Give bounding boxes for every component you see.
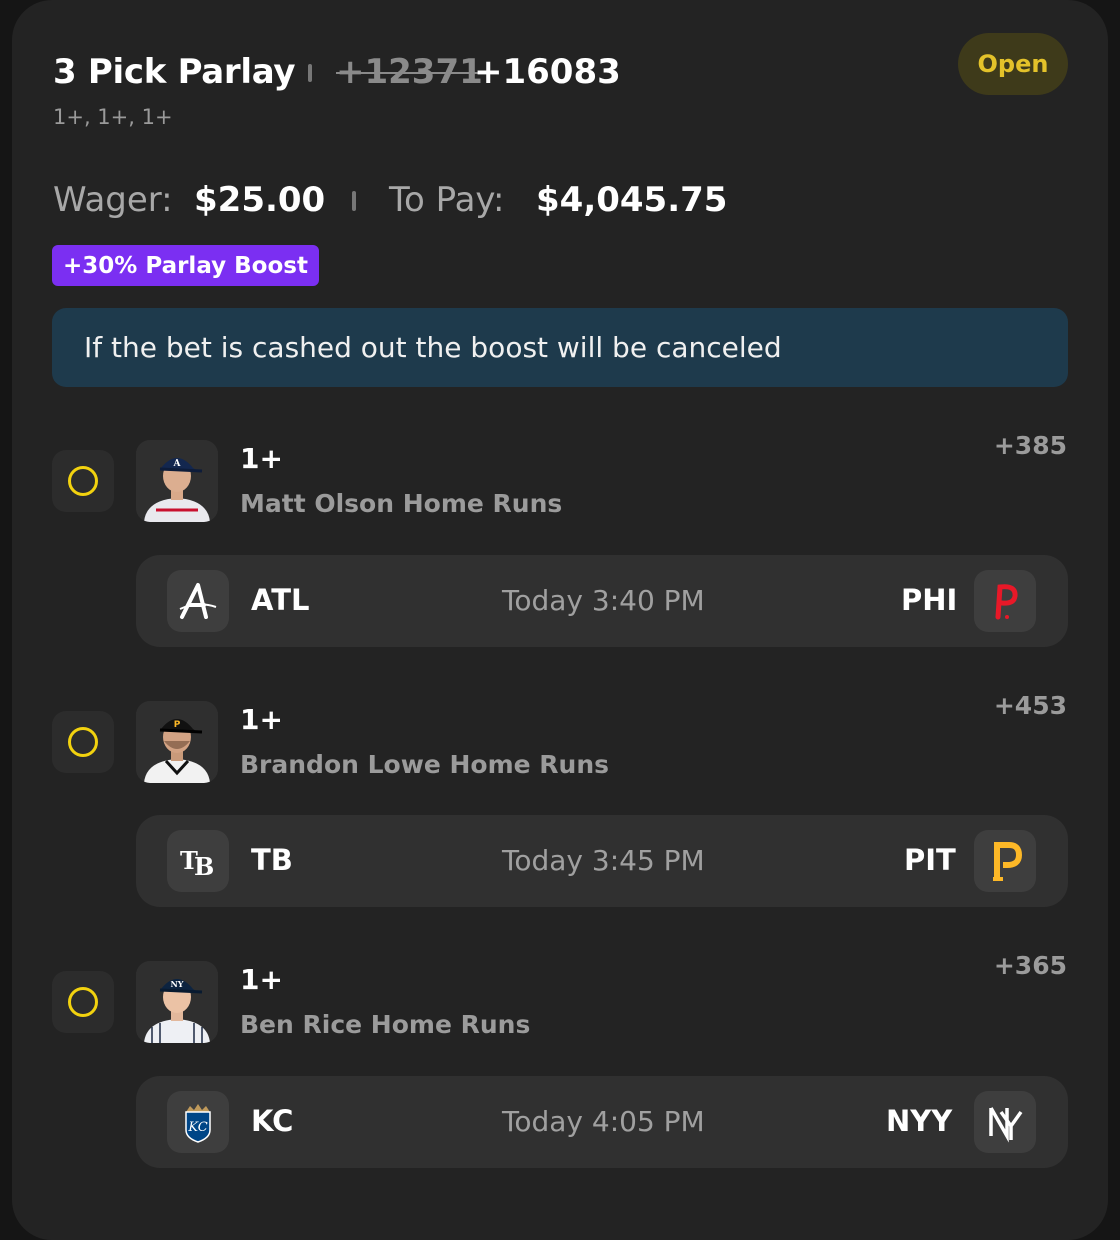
original-odds: +12371 [336,52,483,92]
player-headshot-icon: NY [136,961,218,1043]
pending-ring-icon [68,987,98,1017]
parlay-title: 3 Pick Parlay [53,52,296,92]
pick-description: Matt Olson Home Runs [240,489,563,518]
pick-description: Ben Rice Home Runs [240,1010,531,1039]
royals-logo-icon: KC [185,1104,211,1143]
to-pay-label: To Pay: [389,180,505,220]
legs-summary: 1+, 1+, 1+ [53,105,173,129]
pick-status-indicator [52,971,114,1033]
away-team-abbr: ATL [251,583,310,617]
phillies-logo-icon [995,584,1018,620]
game-time: Today 4:05 PM [502,1105,705,1138]
parlay-boost-badge: +30% Parlay Boost [52,245,319,286]
pick-line: 1+ [240,442,283,475]
game-time: Today 3:40 PM [502,584,705,617]
game-time: Today 3:45 PM [502,844,705,877]
pick-odds: +365 [993,951,1067,980]
pick-odds: +453 [993,691,1067,720]
title-divider [308,64,312,82]
pick-status-indicator [52,450,114,512]
home-team-logo [974,570,1036,632]
wager-label: Wager: [53,180,173,220]
pick-line: 1+ [240,963,283,996]
svg-text:KC: KC [187,1120,207,1135]
away-team-logo: T B [167,830,229,892]
game-row[interactable]: KC KC Today 4:05 PM NYY [136,1076,1068,1168]
player-headshot-icon: P [136,701,218,783]
player-avatar[interactable]: P [136,701,218,783]
away-team-logo: KC [167,1091,229,1153]
player-avatar[interactable]: NY [136,961,218,1043]
rays-logo-icon: T B [180,846,214,881]
player-avatar[interactable]: A [136,440,218,522]
pending-ring-icon [68,466,98,496]
boosted-odds: +16083 [474,52,621,92]
home-team-abbr: NYY [886,1104,953,1138]
pending-ring-icon [68,727,98,757]
game-row[interactable]: T B TB Today 3:45 PM PIT [136,815,1068,907]
pick-description: Brandon Lowe Home Runs [240,750,610,779]
home-team-logo [974,1091,1036,1153]
wager-amount: $25.00 [194,180,326,220]
pick-odds: +385 [993,431,1067,460]
svg-text:A: A [173,459,182,469]
svg-text:NY: NY [170,979,183,989]
away-team-abbr: KC [251,1104,294,1138]
away-team-abbr: TB [251,843,293,877]
pirates-logo-icon [993,842,1023,881]
cashout-notice: If the bet is cashed out the boost will … [52,308,1068,387]
to-pay-amount: $4,045.75 [536,180,728,220]
pick-line: 1+ [240,703,283,736]
home-team-abbr: PHI [901,583,958,617]
svg-text:B: B [194,852,214,881]
status-badge: Open [958,33,1068,95]
braves-logo-icon [179,583,217,619]
yankees-logo-icon [989,1107,1023,1143]
home-team-logo [974,830,1036,892]
home-team-abbr: PIT [904,843,956,877]
pick-status-indicator [52,711,114,773]
player-headshot-icon: A [136,440,218,522]
svg-text:P: P [174,720,181,730]
away-team-logo [167,570,229,632]
wager-divider [352,191,356,211]
game-row[interactable]: ATL Today 3:40 PM PHI [136,555,1068,647]
